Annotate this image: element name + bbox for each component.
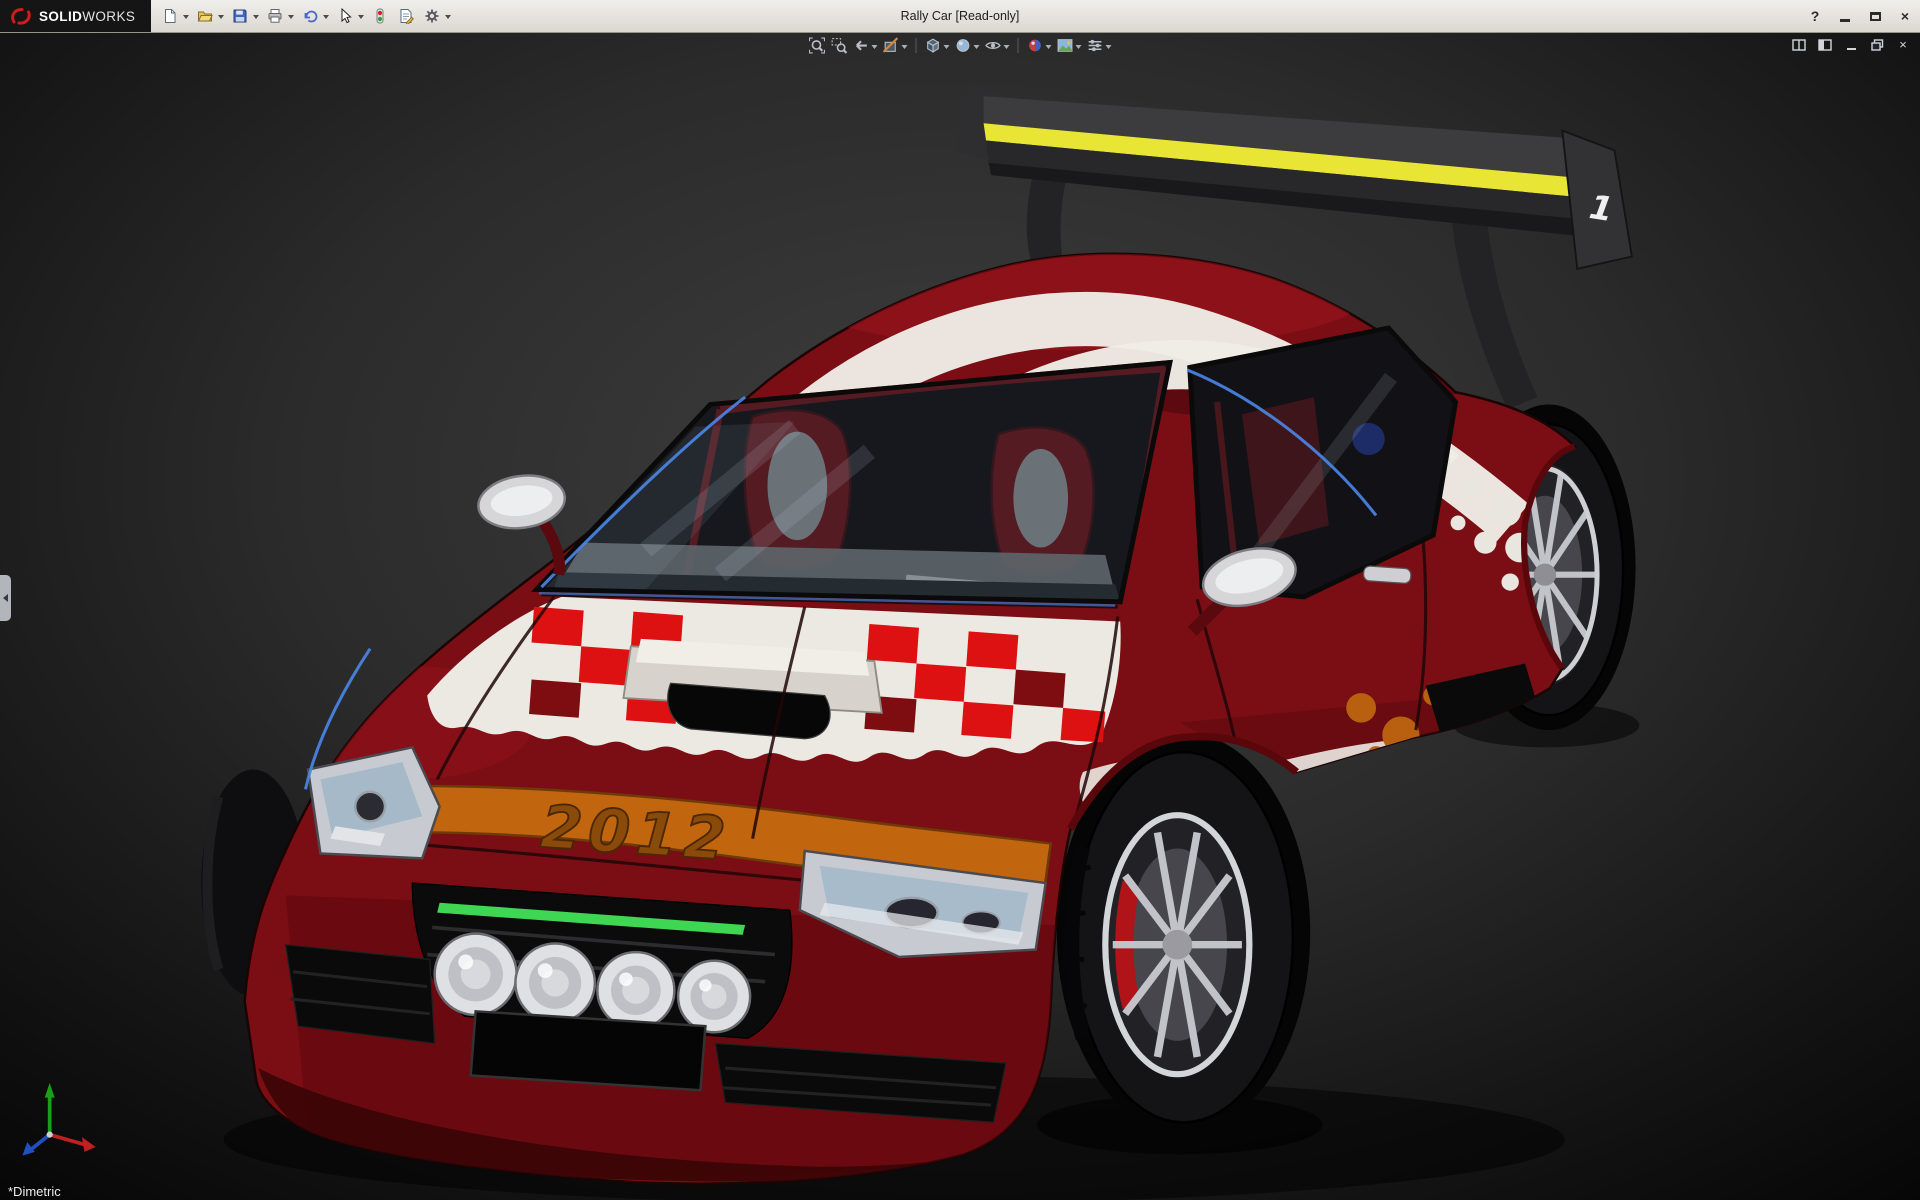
show-pane-button[interactable] [1816,37,1834,52]
edit-appearance-icon [1029,39,1041,52]
zoom-to-fit-icon [809,37,825,54]
dropdown-caret[interactable] [445,15,452,19]
undo-button[interactable] [298,4,322,28]
solidworks-application-window: SOLIDWORKS Rally Car [Read-only] ? × 1 2… [0,0,1920,1200]
new-document-button[interactable] [158,4,182,28]
red-dot-decals [1358,754,1429,780]
dropdown-caret[interactable] [218,15,225,19]
windshield[interactable] [530,359,1173,610]
view-orientation-icon [926,38,940,53]
zoom-to-area-icon [831,38,848,54]
print-icon [268,9,282,23]
new-document-icon [165,9,176,23]
view-orientation-label: *Dimetric [8,1184,61,1199]
solidworks-logo-mark [11,8,31,25]
front-right-wheel[interactable] [1064,751,1295,1124]
apply-scene-button[interactable] [1055,35,1084,56]
undo-icon [304,10,318,23]
display-style-button[interactable] [953,35,982,56]
zoom-to-fit-button[interactable] [807,35,828,56]
dropdown-caret[interactable] [183,15,190,19]
open-button[interactable] [193,4,217,28]
dropdown-caret[interactable] [1105,44,1112,49]
help-button[interactable]: ? [1800,0,1830,32]
dropdown-caret[interactable] [1003,44,1010,49]
dropdown-caret[interactable] [973,44,980,49]
maximize-icon [1869,11,1881,21]
hood-year-decal: 2012 [538,793,733,875]
previous-view-icon [855,40,867,51]
solidworks-logo: SOLIDWORKS [0,0,152,32]
rebuild-icon [376,8,384,24]
dropdown-caret[interactable] [943,44,950,49]
featuremanager-collapse-tab[interactable] [0,575,11,622]
section-view-icon [882,37,899,53]
standard-toolbar [151,4,460,28]
view-settings-icon [1088,39,1102,52]
brand-text: SOLIDWORKS [39,8,136,24]
toolbar-separator [915,38,917,53]
document-restore-button[interactable] [1868,37,1886,52]
document-window-controls: × [1790,37,1912,52]
headlight-left[interactable] [306,745,441,860]
restore-icon [1870,38,1883,51]
file-properties-icon [400,9,415,24]
previous-view-button[interactable] [851,35,880,56]
view-orientation-button[interactable] [923,35,952,56]
rally-car-model[interactable]: 1 2012 [0,32,1920,1200]
dropdown-caret[interactable] [871,44,878,49]
hide-show-items-icon [985,42,1001,49]
minimize-icon [1846,48,1856,50]
save-icon [233,9,247,23]
split-pane-icon [1792,38,1806,51]
dropdown-caret[interactable] [1075,44,1082,49]
titlebar: SOLIDWORKS Rally Car [Read-only] ? × [0,0,1920,33]
toolbar-separator [1017,38,1019,53]
show-pane-icon [1818,38,1832,51]
select-arrow-icon [341,8,353,24]
save-button[interactable] [228,4,252,28]
apply-scene-icon [1057,39,1073,52]
dropdown-caret[interactable] [1045,44,1052,49]
dropdown-caret[interactable] [288,15,295,19]
document-minimize-button[interactable] [1842,37,1860,52]
minimize-icon [1840,19,1850,22]
file-properties-button[interactable] [394,4,418,28]
select-button[interactable] [333,4,357,28]
display-style-icon [956,39,970,52]
window-controls: ? × [1800,0,1920,32]
hide-show-items-button[interactable] [983,35,1012,56]
mirror-left[interactable] [475,470,568,576]
options-button[interactable] [420,4,444,28]
heads-up-view-toolbar [807,35,1114,56]
split-pane-button[interactable] [1790,37,1808,52]
minimize-button[interactable] [1830,0,1860,32]
print-button[interactable] [263,4,287,28]
graphics-area[interactable]: 1 2012 × *Dimetric [0,32,1920,1200]
close-button[interactable]: × [1890,0,1920,32]
options-gear-icon [425,9,439,23]
door-handle[interactable] [1362,565,1412,584]
reference-triad [22,1082,96,1156]
edit-appearance-button[interactable] [1025,35,1054,56]
view-settings-button[interactable] [1085,35,1114,56]
section-view-button[interactable] [881,35,910,56]
chevron-left-icon [3,594,8,603]
open-folder-icon [197,11,214,22]
dropdown-caret[interactable] [358,15,365,19]
document-close-button[interactable]: × [1894,37,1912,52]
front-grille[interactable] [411,882,793,1040]
dropdown-caret[interactable] [901,44,908,49]
rebuild-button[interactable] [368,4,392,28]
dropdown-caret[interactable] [253,15,260,19]
zoom-to-area-button[interactable] [829,35,850,56]
maximize-button[interactable] [1860,0,1890,32]
license-plate [469,1009,707,1092]
dropdown-caret[interactable] [323,15,330,19]
window-title: Rally Car [Read-only] [900,9,1020,23]
